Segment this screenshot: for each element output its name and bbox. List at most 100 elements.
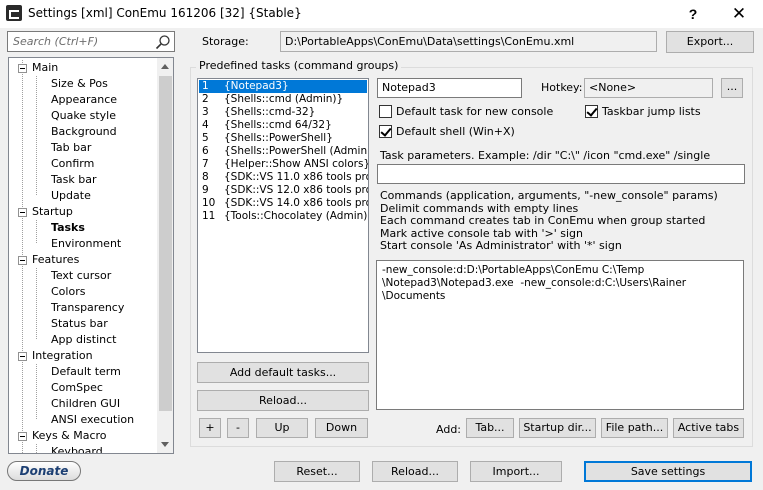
tree-item-status-bar[interactable]: Status bar — [51, 316, 108, 332]
tree-item-tasks[interactable]: Tasks — [51, 220, 85, 236]
default-shell-label[interactable]: Default shell (Win+X) — [396, 125, 515, 138]
tree-item-appearance[interactable]: Appearance — [51, 92, 117, 108]
tree-item-integration[interactable]: Integration — [32, 348, 93, 364]
task-number: 11 — [202, 210, 216, 222]
task-number: 6 — [202, 145, 209, 157]
storage-path-field[interactable]: D:\PortableApps\ConEmu\Data\settings\Con… — [280, 31, 657, 52]
task-list-item[interactable]: 4 {Shells::cmd 64/32} — [199, 119, 367, 132]
task-list-item[interactable]: 9 {SDK::VS 12.0 x86 tools prompt} — [199, 184, 368, 197]
default-task-label[interactable]: Default task for new console — [396, 105, 553, 118]
move-down-button[interactable]: Down — [315, 418, 368, 438]
storage-label: Storage: — [202, 35, 249, 48]
tree-item-features[interactable]: Features — [32, 252, 79, 268]
tree-item-keys-macro[interactable]: Keys & Macro — [32, 428, 107, 444]
task-list-item[interactable]: 10 {SDK::VS 14.0 x86 tools prompt} — [199, 197, 368, 210]
save-settings-button[interactable]: Save settings — [584, 461, 752, 482]
task-list-item[interactable]: 2 {Shells::cmd (Admin)} — [199, 93, 367, 106]
reset-button[interactable]: Reset... — [274, 461, 360, 482]
title-bar: Settings [xml] ConEmu 161206 [32] {Stabl… — [0, 0, 763, 28]
tree-item-tab-bar[interactable]: Tab bar — [51, 140, 91, 156]
tree-item-default-term[interactable]: Default term — [51, 364, 121, 380]
tree-item-text-cursor[interactable]: Text cursor — [51, 268, 111, 284]
tree-item-environment[interactable]: Environment — [51, 236, 121, 252]
task-name: {Shells::cmd 64/32} — [224, 119, 332, 131]
tree-item-background[interactable]: Background — [51, 124, 117, 140]
task-number: 3 — [202, 106, 209, 118]
tree-item-colors[interactable]: Colors — [51, 284, 85, 300]
search-input[interactable] — [8, 32, 148, 51]
task-name: {Shells::PowerShell} — [224, 132, 333, 144]
add-task-button[interactable]: + — [199, 418, 221, 438]
hotkey-browse-button[interactable]: ... — [721, 78, 743, 98]
tree-item-main[interactable]: Main — [32, 60, 58, 76]
scroll-down-arrow-icon[interactable] — [161, 442, 169, 447]
task-name-field[interactable]: Notepad3 — [377, 78, 522, 98]
export-button[interactable]: Export... — [666, 31, 754, 53]
task-name: {SDK::VS 12.0 x86 tools prompt} — [224, 184, 368, 196]
task-list-item[interactable]: 8 {SDK::VS 11.0 x86 tools prompt} — [199, 171, 368, 184]
tree-item-update[interactable]: Update — [51, 188, 91, 204]
tree-item-task-bar[interactable]: Task bar — [51, 172, 96, 188]
task-list[interactable]: 1 {Notepad3} 2 {Shells::cmd (Admin)} 3 {Shell… — [197, 78, 369, 353]
task-commands-textarea[interactable]: -new_console:d:D:\PortableApps\ConEmu C:… — [376, 260, 744, 410]
tree-item-size-pos[interactable]: Size & Pos — [51, 76, 108, 92]
task-params-field[interactable] — [377, 164, 745, 184]
task-name: {Shells::PowerShell (Admin)} — [224, 145, 369, 157]
active-tabs-button[interactable]: Active tabs — [673, 418, 744, 438]
task-name: {Notepad3} — [224, 80, 289, 92]
task-number: 2 — [202, 93, 209, 105]
add-tab-button[interactable]: Tab... — [466, 418, 514, 438]
startup-dir-button[interactable]: Startup dir... — [519, 418, 596, 438]
search-box[interactable] — [7, 31, 175, 52]
close-button[interactable]: ✕ — [716, 0, 762, 28]
donate-button[interactable]: Donate — [7, 461, 81, 481]
task-list-item[interactable]: 3 {Shells::cmd-32} — [199, 106, 367, 119]
reload-tasks-button[interactable]: Reload... — [197, 390, 369, 411]
settings-tree[interactable]: Main Size & Pos Appearance Quake style Backg… — [8, 57, 174, 454]
task-list-item[interactable]: 11 {Tools::Chocolatey (Admin)} — [199, 210, 369, 223]
add-default-tasks-button[interactable]: Add default tasks... — [197, 362, 369, 383]
tree-scrollbar-thumb[interactable] — [159, 76, 172, 411]
task-number: 8 — [202, 171, 209, 183]
add-label: Add: — [436, 423, 462, 436]
task-list-item[interactable]: 1 {Notepad3} — [199, 80, 367, 93]
hotkey-field[interactable]: <None> — [584, 78, 713, 98]
default-task-checkbox[interactable] — [379, 105, 392, 118]
tree-item-quake-style[interactable]: Quake style — [51, 108, 116, 124]
file-path-button[interactable]: File path... — [601, 418, 668, 438]
default-shell-checkbox[interactable] — [379, 125, 392, 138]
task-list-item[interactable]: 6 {Shells::PowerShell (Admin)} — [199, 145, 369, 158]
tree-expander-icon[interactable] — [18, 208, 27, 217]
tree-item-app-distinct[interactable]: App distinct — [51, 332, 116, 348]
tree-expander-icon[interactable] — [18, 432, 27, 441]
tree-scrollbar[interactable] — [157, 58, 173, 453]
tree-expander-icon[interactable] — [18, 64, 27, 73]
taskbar-jump-label[interactable]: Taskbar jump lists — [602, 105, 701, 118]
scroll-up-arrow-icon[interactable] — [161, 64, 169, 69]
hotkey-label: Hotkey: — [541, 81, 583, 94]
help-button[interactable]: ? — [670, 0, 716, 28]
search-icon[interactable] — [155, 34, 171, 50]
tree-item-children-gui[interactable]: Children GUI — [51, 396, 120, 412]
task-list-item[interactable]: 7 {Helper::Show ANSI colors} — [199, 158, 368, 171]
tree-item-transparency[interactable]: Transparency — [51, 300, 124, 316]
tree-item-comspec[interactable]: ComSpec — [51, 380, 103, 396]
tree-item-startup[interactable]: Startup — [32, 204, 73, 220]
task-number: 4 — [202, 119, 209, 131]
tree-item-ansi-execution[interactable]: ANSI execution — [51, 412, 134, 428]
tree-expander-icon[interactable] — [18, 256, 27, 265]
taskbar-jump-checkbox[interactable] — [585, 105, 598, 118]
task-number: 7 — [202, 158, 209, 170]
task-name: {Tools::Chocolatey (Admin)} — [224, 210, 369, 222]
import-button[interactable]: Import... — [470, 461, 562, 482]
tree-item-confirm[interactable]: Confirm — [51, 156, 94, 172]
task-name: {Shells::cmd-32} — [224, 106, 316, 118]
remove-task-button[interactable]: - — [227, 418, 249, 438]
task-name: {Shells::cmd (Admin)} — [224, 93, 344, 105]
tree-item-keyboard[interactable]: Keyboard — [51, 444, 103, 453]
move-up-button[interactable]: Up — [256, 418, 308, 438]
task-list-item[interactable]: 5 {Shells::PowerShell} — [199, 132, 367, 145]
reload-settings-button[interactable]: Reload... — [372, 461, 458, 482]
tree-expander-icon[interactable] — [18, 352, 27, 361]
task-name: {SDK::VS 14.0 x86 tools prompt} — [224, 197, 368, 209]
